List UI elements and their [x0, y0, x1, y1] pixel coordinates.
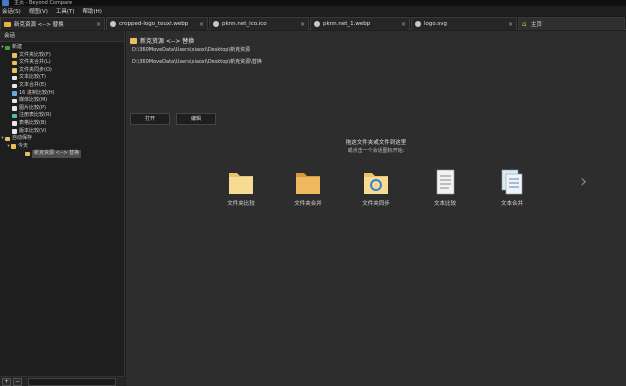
remove-session-button[interactable]: −: [13, 377, 22, 386]
tab-pknn-webp[interactable]: pknn.net_1.webp ×: [310, 17, 410, 30]
tab-logo-svg[interactable]: logo.svg ×: [411, 17, 517, 30]
picture-compare-icon: [213, 21, 219, 27]
shortcut-folder-compare[interactable]: 文件夹比较: [221, 169, 261, 207]
close-icon[interactable]: ×: [300, 21, 305, 28]
drop-hint: 拖这文件夹或文件到这里: [345, 140, 407, 146]
registry-compare-icon: [12, 113, 17, 119]
tab-label: logo.svg: [424, 21, 448, 27]
folder-compare-icon: [4, 21, 11, 27]
folder-sync-icon: [12, 68, 17, 73]
folder-compare-icon: [12, 53, 17, 58]
text-compare-icon: [12, 75, 17, 81]
picture-compare-icon: [110, 21, 116, 27]
folder-compare-icon: [229, 173, 253, 194]
menu-tools[interactable]: 工具(T): [56, 7, 75, 15]
tab-label: 主页: [531, 22, 543, 28]
tree-item-media-compare[interactable]: 媒体比较(M): [0, 97, 124, 105]
add-session-button[interactable]: +: [2, 377, 11, 386]
tree-item-version-compare[interactable]: 版本比较(V): [0, 128, 124, 136]
tab-bar: 新克资源 <--> 替换 × cropped-logo_touxi.webp ×…: [0, 16, 626, 30]
tab-label: pknn.net_1.webp: [323, 21, 371, 27]
folder-sync-icon: [364, 173, 388, 194]
open-button[interactable]: 打开: [130, 113, 170, 125]
next-page-arrow-icon[interactable]: ›: [580, 171, 587, 192]
session-title: 新克资源 <--> 替换: [130, 36, 194, 45]
text-compare-icon: [436, 169, 455, 195]
folder-compare-icon: [25, 151, 30, 157]
tab-label: pknn.net_ico.ico: [222, 21, 267, 27]
tree-item-registry-compare[interactable]: 注册表比较(R): [0, 112, 124, 120]
menu-session[interactable]: 会话(S): [2, 7, 21, 15]
tab-cropped-logo[interactable]: cropped-logo_touxi.webp ×: [106, 17, 208, 30]
session-tree: ▾ 新建 文件夹比较(F) 文件夹合并(L) 文件夹同步(O) 文本比较(T) …: [0, 42, 124, 158]
sessions-sidebar: 会话 ▾ 新建 文件夹比较(F) 文件夹合并(L) 文件夹同步(O) 文本比较(…: [0, 31, 125, 386]
media-compare-icon: [12, 98, 17, 104]
close-icon[interactable]: ×: [508, 21, 513, 28]
sidebar-header: 会话: [0, 31, 124, 42]
shortcut-folder-merge[interactable]: 文件夹合并: [288, 169, 328, 207]
sidebar-footer: + −: [0, 376, 125, 386]
new-folder-icon: [5, 45, 10, 51]
tree-item-text-compare[interactable]: 文本比较(T): [0, 74, 124, 82]
menu-view[interactable]: 视图(V): [29, 7, 48, 15]
tab-pknn-ico[interactable]: pknn.net_ico.ico ×: [209, 17, 309, 30]
shortcut-text-compare[interactable]: 文本比较: [425, 169, 465, 207]
click-hint: 或点击一个会话图标开始:: [347, 148, 405, 154]
tab-label: cropped-logo_touxi.webp: [119, 21, 189, 27]
shortcut-folder-sync[interactable]: 文件夹同步: [356, 169, 396, 207]
folder-icon: [5, 136, 10, 142]
tree-item-table-compare[interactable]: 表格比较(B): [0, 120, 124, 128]
tree-item-saved-session[interactable]: 新克资源 <--> 替换: [0, 150, 124, 158]
home-icon: ⌂: [522, 20, 527, 28]
text-merge-icon: [501, 169, 523, 195]
tab-folder-session[interactable]: 新克资源 <--> 替换 ×: [0, 17, 105, 30]
tree-item-text-merge[interactable]: 文本合并(E): [0, 82, 124, 90]
close-icon[interactable]: ×: [401, 21, 406, 28]
menu-help[interactable]: 帮助(H): [83, 7, 102, 15]
text-merge-icon: [12, 83, 17, 89]
hex-compare-icon: [12, 91, 17, 96]
session-filter-input[interactable]: [28, 377, 116, 386]
folder-merge-icon: [296, 173, 320, 194]
folder-icon: [11, 144, 16, 149]
edit-button[interactable]: 编辑: [176, 113, 216, 125]
close-icon[interactable]: ×: [96, 21, 101, 28]
picture-compare-icon: [12, 106, 17, 111]
tab-home[interactable]: ⌂ 主页: [518, 17, 625, 30]
picture-compare-icon: [415, 21, 421, 27]
shortcut-text-merge[interactable]: 文本合并: [492, 169, 532, 207]
menu-bar: 会话(S) 视图(V) 工具(T) 帮助(H): [0, 6, 626, 16]
version-compare-icon: [12, 129, 17, 134]
right-path: D:\360MoveData\Users\xiaoxi\Desktop\新克资源…: [132, 59, 262, 65]
close-icon[interactable]: ×: [199, 21, 204, 28]
picture-compare-icon: [314, 21, 320, 27]
folder-merge-icon: [12, 60, 17, 66]
table-compare-icon: [12, 121, 17, 126]
left-path: D:\360MoveData\Users\xiaoxi\Desktop\新克资源: [132, 47, 251, 53]
tree-group-new[interactable]: ▾ 新建: [0, 44, 124, 52]
tab-label: 新克资源 <--> 替换: [14, 22, 64, 28]
folder-compare-icon: [130, 37, 137, 44]
tree-group-auto-saved[interactable]: ▾ 自动保存: [0, 135, 124, 143]
tree-item-folder-merge[interactable]: 文件夹合并(L): [0, 59, 124, 67]
home-panel: 新克资源 <--> 替换 D:\360MoveData\Users\xiaoxi…: [126, 31, 626, 386]
